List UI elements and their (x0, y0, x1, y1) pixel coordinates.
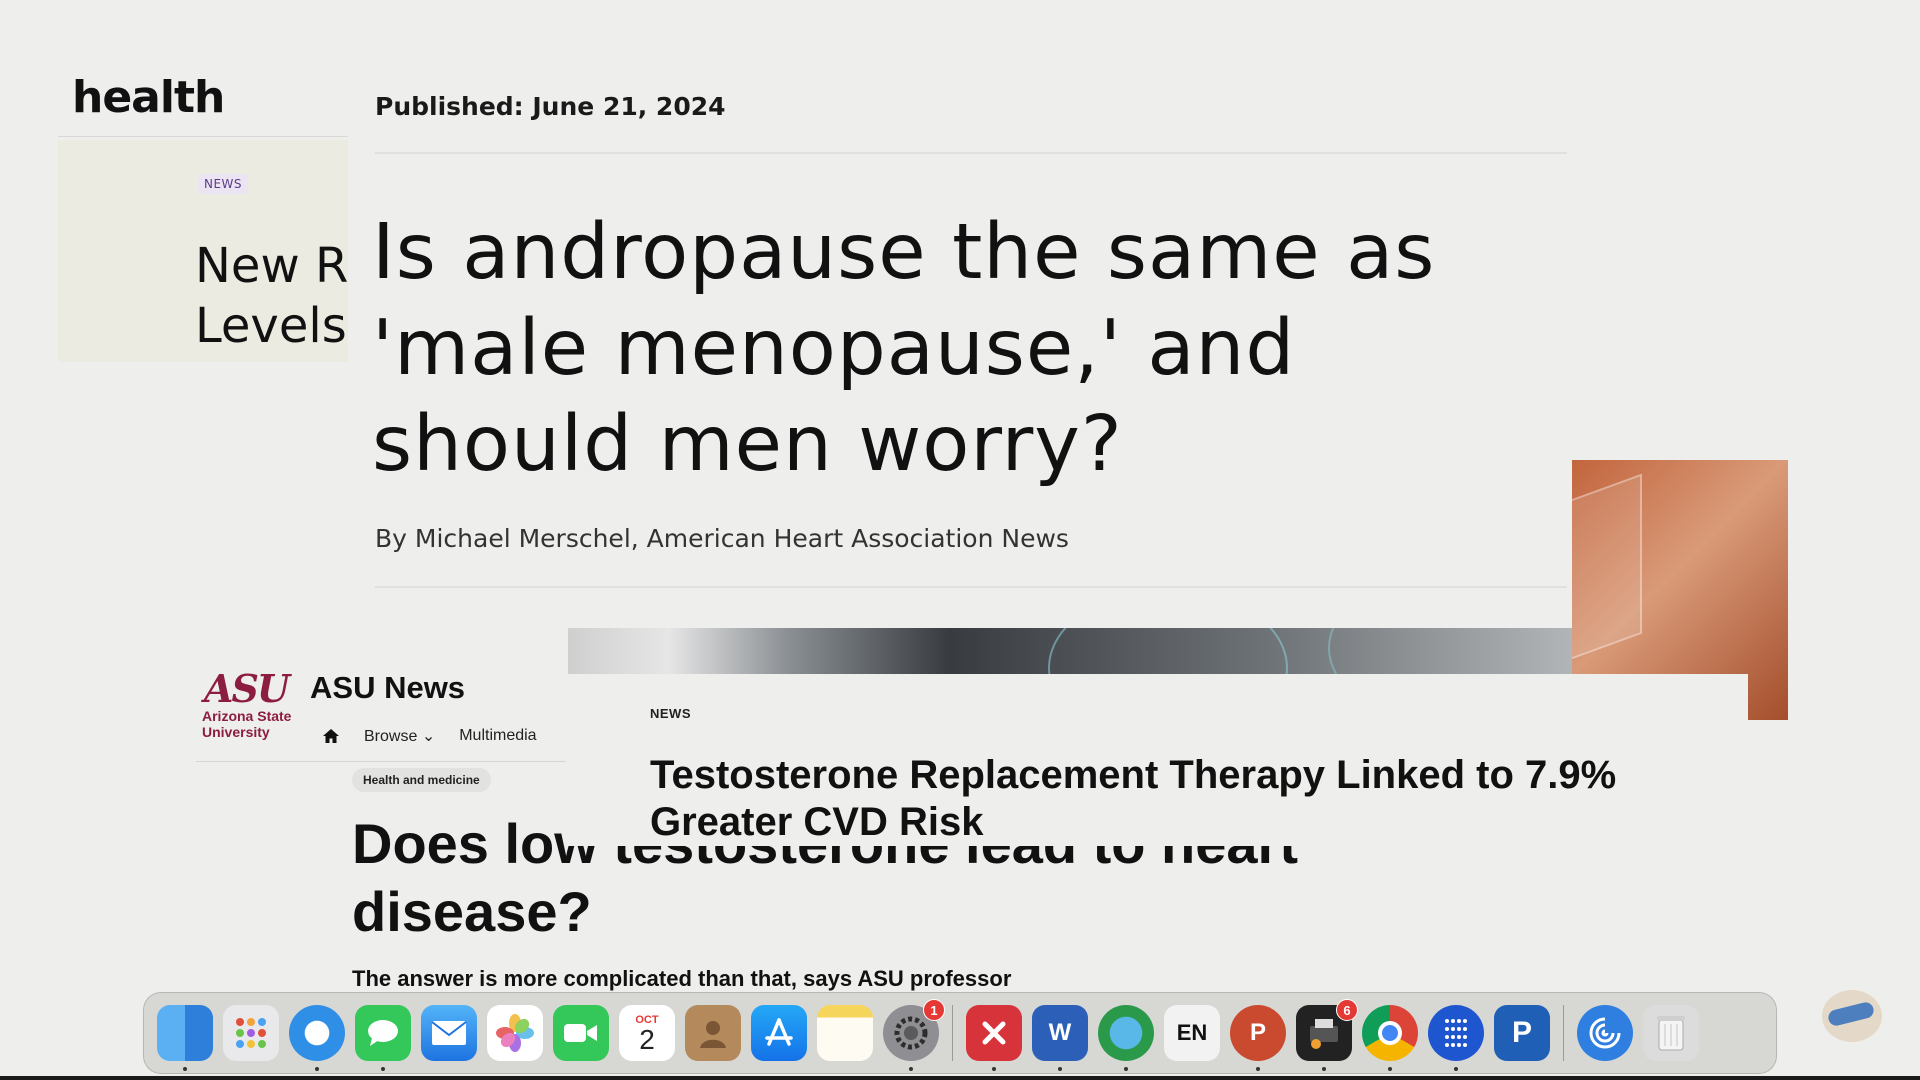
nav-browse[interactable]: Browse ⌄ (364, 726, 435, 746)
divider (196, 761, 566, 762)
input-source-label: EN (1176, 1020, 1208, 1045)
home-icon[interactable] (322, 728, 340, 744)
article-byline: By Michael Merschel, American Heart Asso… (375, 524, 1069, 553)
ps-letter: P (1511, 1016, 1532, 1049)
system-settings-icon[interactable]: 1 (883, 999, 945, 1071)
mail-icon[interactable] (421, 1005, 477, 1061)
health-article-preview[interactable]: NEWS New R Levels (58, 140, 348, 362)
word-letter: W (1048, 1019, 1072, 1046)
dots-app-icon[interactable] (1428, 1005, 1484, 1071)
title-line: New R (195, 238, 348, 294)
trt-article-image (568, 628, 1572, 674)
asu-article-subtitle: The answer is more complicated than that… (352, 966, 1012, 991)
divider (375, 586, 1567, 588)
finder-icon[interactable] (157, 1005, 213, 1071)
asu-news-brand[interactable]: ASU News (310, 670, 465, 706)
notes-icon[interactable] (817, 1005, 873, 1061)
presentation-app-icon[interactable]: P (1494, 1005, 1550, 1061)
photos-icon[interactable] (487, 1005, 543, 1061)
category-tag[interactable]: Health and medicine (352, 768, 491, 792)
trash-icon[interactable] (1643, 1005, 1699, 1061)
health-article-title: New R Levels (195, 236, 348, 356)
notification-badge: 6 (1336, 999, 1358, 1021)
asu-logo-text: Arizona State University (202, 708, 291, 740)
asu-nav: Browse ⌄ Multimedia (322, 726, 537, 746)
word-icon[interactable]: W (1032, 1005, 1088, 1071)
globe-app-icon[interactable] (1098, 1005, 1154, 1071)
screen-bottom-edge (0, 1076, 1920, 1080)
notification-badge: 1 (923, 999, 945, 1021)
remote-desktop-icon[interactable] (966, 1005, 1022, 1071)
divider (58, 136, 348, 137)
dock-separator (1563, 1005, 1564, 1061)
ppt-letter: P (1249, 1019, 1266, 1046)
article-headline: Is andropause the same as 'male menopaus… (372, 208, 1436, 489)
calendar-day: 2 (639, 1024, 655, 1055)
dock: OCT 2 1 W EN P 6 P (143, 992, 1777, 1074)
nav-browse-label: Browse (364, 728, 418, 745)
nav-multimedia[interactable]: Multimedia (459, 727, 536, 745)
divider (375, 152, 1567, 154)
news-tag: NEWS (650, 706, 691, 721)
trt-article-headline: Testosterone Replacement Therapy Linked … (650, 753, 1617, 844)
trt-article: NEWS Testosterone Replacement Therapy Li… (608, 674, 1748, 846)
printer-icon[interactable]: 6 (1296, 999, 1358, 1071)
chevron-down-icon: ⌄ (421, 728, 436, 745)
powerpoint-icon[interactable]: P (1230, 1005, 1286, 1071)
launchpad-icon[interactable] (223, 1005, 279, 1061)
swirl-app-icon[interactable] (1577, 1005, 1633, 1061)
logo-text-line: Arizona State (202, 708, 292, 724)
contacts-icon[interactable] (685, 1005, 741, 1061)
health-site-logo[interactable]: health (72, 72, 225, 123)
published-date: Published: June 21, 2024 (375, 92, 726, 121)
calendar-icon[interactable]: OCT 2 (619, 1005, 675, 1061)
logo-text-line: University (202, 724, 270, 740)
bird-logo-icon (1822, 990, 1882, 1042)
news-tag: NEWS (198, 174, 249, 194)
dock-separator (952, 1005, 953, 1061)
chrome-icon[interactable] (1362, 1005, 1418, 1071)
input-source-icon[interactable]: EN (1164, 1005, 1220, 1061)
messages-icon[interactable] (355, 1005, 411, 1071)
asu-logo[interactable]: ASU (204, 666, 290, 711)
card-edge (568, 674, 608, 846)
app-store-icon[interactable] (751, 1005, 807, 1061)
title-line: Levels (195, 298, 347, 354)
safari-icon[interactable] (289, 1005, 345, 1071)
facetime-icon[interactable] (553, 1005, 609, 1061)
